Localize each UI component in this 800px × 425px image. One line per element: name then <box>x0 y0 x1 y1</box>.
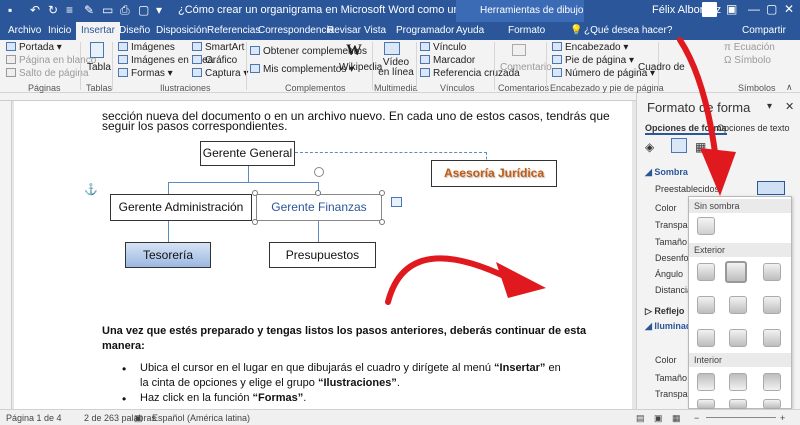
annotation-arrows <box>385 37 736 305</box>
status-page[interactable]: Página 1 de 4 <box>6 413 62 423</box>
web-layout-icon[interactable]: ▦ <box>672 413 681 424</box>
red-arrowhead <box>700 148 736 196</box>
red-arrowhead <box>496 262 546 298</box>
zoom-out-icon[interactable]: − <box>694 413 699 423</box>
proofing-icon[interactable]: ▣ <box>134 413 143 424</box>
status-bar: Página 1 de 4 2 de 263 palabras ▣ Españo… <box>0 409 800 425</box>
print-layout-icon[interactable]: ▣ <box>654 413 663 424</box>
read-mode-icon[interactable]: ▤ <box>636 413 645 424</box>
status-language[interactable]: Español (América latina) <box>152 413 250 423</box>
zoom-slider[interactable] <box>706 417 776 418</box>
red-arrow-to-preestablecidos <box>677 37 719 163</box>
zoom-in-icon[interactable]: + <box>780 413 785 423</box>
status-words[interactable]: 2 de 263 palabras <box>84 413 156 423</box>
